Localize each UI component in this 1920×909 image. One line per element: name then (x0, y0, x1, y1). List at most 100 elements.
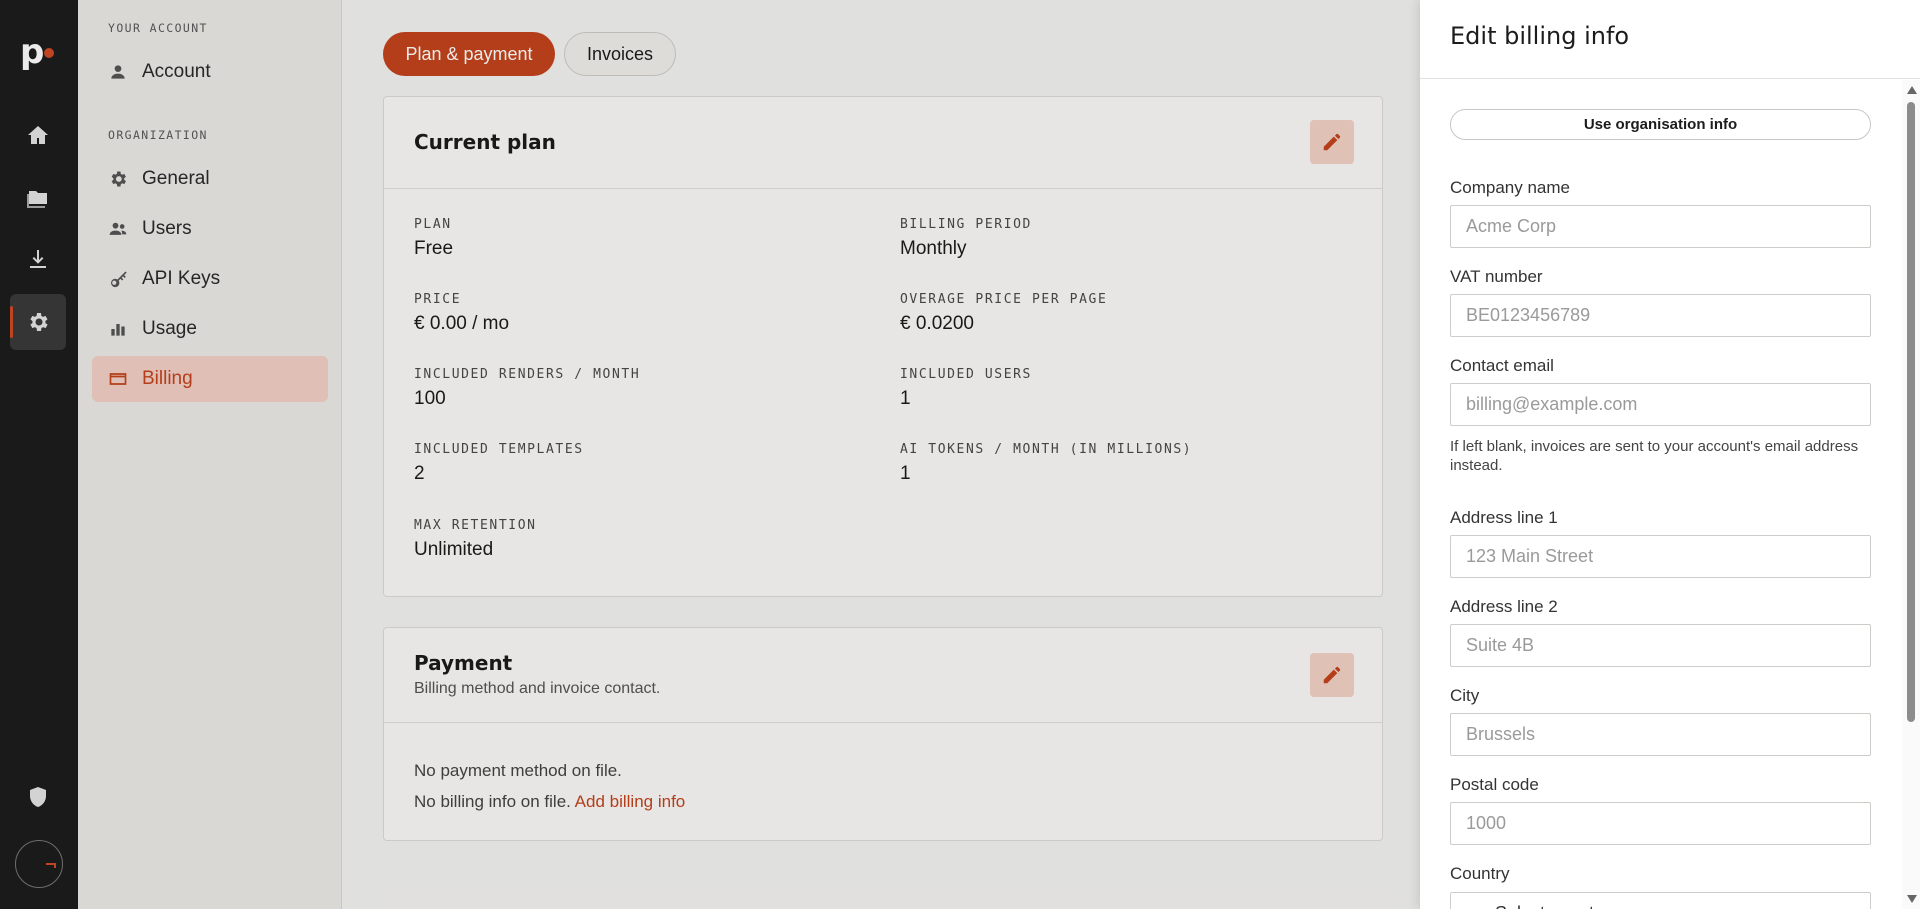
sidebar-item-label: Users (142, 218, 192, 239)
credit-card-icon (109, 373, 127, 385)
contact-email-label: Contact email (1450, 356, 1554, 375)
field-included-renders: INCLUDED RENDERS / MONTH 100 (414, 367, 640, 410)
bar-chart-icon (111, 324, 125, 336)
current-plan-title: Current plan (414, 130, 556, 154)
country-select[interactable]: Select country (1450, 892, 1871, 909)
sidebar-item-label: API Keys (142, 268, 221, 289)
user-icon (111, 65, 125, 79)
field-label: AI TOKENS / MONTH (IN MILLIONS) (900, 442, 1193, 457)
users-icon (109, 222, 127, 235)
tab-plan-payment[interactable]: Plan & payment (383, 32, 555, 76)
sidebar-item-users[interactable]: Users (92, 206, 328, 252)
field-value: 2 (414, 463, 425, 484)
download-icon[interactable] (10, 231, 66, 287)
logo-letter: p (20, 32, 45, 72)
field-value: 100 (414, 388, 446, 409)
payment-title: Payment (414, 651, 513, 675)
edit-billing-drawer: Edit billing info Use organisation info … (1420, 0, 1920, 909)
settings-sidebar: YOUR ACCOUNT Account ORGANIZATION Genera… (78, 0, 342, 909)
vat-number-label: VAT number (1450, 267, 1543, 286)
scrollbar-thumb[interactable] (1907, 102, 1915, 722)
no-payment-method-text: No payment method on file. (414, 761, 622, 780)
icon-rail: p (0, 0, 78, 909)
vat-number-input[interactable] (1450, 294, 1871, 337)
section-label-account: YOUR ACCOUNT (108, 21, 208, 35)
address-line-1-input[interactable] (1450, 535, 1871, 578)
sidebar-item-label: Usage (142, 318, 197, 339)
scroll-up-arrow-icon[interactable] (1907, 86, 1917, 94)
shield-icon[interactable] (10, 769, 66, 825)
sidebar-item-label: Billing (142, 368, 193, 389)
country-label: Country (1450, 864, 1510, 883)
field-overage-price: OVERAGE PRICE PER PAGE € 0.0200 (900, 292, 1107, 335)
field-value: € 0.0200 (900, 313, 974, 334)
home-icon[interactable] (10, 107, 66, 163)
address-line-1-label: Address line 1 (1450, 508, 1558, 527)
pencil-icon (1323, 133, 1341, 151)
add-billing-info-link[interactable]: Add billing info (575, 792, 686, 811)
folder-icon[interactable] (10, 169, 66, 225)
contact-email-input[interactable] (1450, 383, 1871, 426)
field-included-templates: INCLUDED TEMPLATES 2 (414, 442, 584, 485)
logo-dot (44, 48, 54, 58)
field-price: PRICE € 0.00 / mo (414, 292, 509, 335)
payment-header: Payment Billing method and invoice conta… (384, 628, 1382, 723)
user-avatar[interactable] (15, 840, 63, 888)
payment-subtitle: Billing method and invoice contact. (414, 680, 661, 697)
key-icon (111, 271, 127, 288)
field-value: Monthly (900, 238, 967, 259)
settings-icon[interactable] (10, 294, 66, 350)
field-label: INCLUDED TEMPLATES (414, 442, 584, 457)
no-billing-info-line: No billing info on file. Add billing inf… (414, 792, 685, 812)
sidebar-item-label: Account (142, 61, 211, 82)
sidebar-item-account[interactable]: Account (92, 49, 328, 95)
field-label: INCLUDED RENDERS / MONTH (414, 367, 641, 382)
scroll-down-arrow-icon[interactable] (1907, 895, 1917, 903)
current-plan-header: Current plan (384, 97, 1382, 189)
drawer-title: Edit billing info (1450, 22, 1630, 50)
drawer-header: Edit billing info (1420, 0, 1920, 79)
sidebar-item-label: General (142, 168, 210, 189)
field-value: 1 (900, 388, 911, 409)
field-label: OVERAGE PRICE PER PAGE (900, 292, 1108, 307)
edit-payment-button[interactable] (1310, 653, 1354, 697)
field-label: PLAN (414, 217, 452, 232)
contact-email-help: If left blank, invoices are sent to your… (1450, 438, 1859, 474)
payment-card: Payment Billing method and invoice conta… (383, 627, 1383, 841)
field-value: € 0.00 / mo (414, 313, 510, 334)
current-plan-card: Current plan PLAN Free BILLING PERIOD Mo… (383, 96, 1383, 597)
address-line-2-input[interactable] (1450, 624, 1871, 667)
postal-code-label: Postal code (1450, 775, 1539, 794)
sidebar-item-billing[interactable]: Billing (92, 356, 328, 402)
address-line-2-label: Address line 2 (1450, 597, 1558, 616)
edit-plan-button[interactable] (1310, 120, 1354, 164)
sidebar-item-api-keys[interactable]: API Keys (92, 256, 328, 302)
field-value: 1 (900, 463, 911, 484)
pencil-icon (1323, 666, 1341, 684)
use-organisation-info-button[interactable]: Use organisation info (1450, 109, 1871, 140)
field-label: BILLING PERIOD (900, 217, 1032, 232)
field-plan: PLAN Free (414, 217, 453, 260)
field-label: MAX RETENTION (414, 518, 537, 533)
field-value: Free (414, 238, 454, 259)
postal-code-input[interactable] (1450, 802, 1871, 845)
field-max-retention: MAX RETENTION Unlimited (414, 518, 537, 561)
field-value: Unlimited (414, 539, 494, 560)
gear-icon (111, 171, 126, 187)
field-ai-tokens: AI TOKENS / MONTH (IN MILLIONS) 1 (900, 442, 1192, 485)
sidebar-item-usage[interactable]: Usage (92, 306, 328, 352)
section-label-organization: ORGANIZATION (108, 128, 208, 142)
city-label: City (1450, 686, 1480, 705)
city-input[interactable] (1450, 713, 1871, 756)
drawer-scrollbar[interactable] (1902, 80, 1920, 909)
company-name-input[interactable] (1450, 205, 1871, 248)
no-billing-info-text: No billing info on file. (414, 792, 571, 811)
field-label: INCLUDED USERS (900, 367, 1032, 382)
field-billing-period: BILLING PERIOD Monthly (900, 217, 1032, 260)
field-label: PRICE (414, 292, 462, 307)
field-included-users: INCLUDED USERS 1 (900, 367, 1032, 410)
tab-invoices[interactable]: Invoices (564, 32, 676, 76)
sidebar-item-general[interactable]: General (92, 156, 328, 202)
company-name-label: Company name (1450, 178, 1571, 197)
app-logo[interactable]: p (20, 32, 58, 72)
